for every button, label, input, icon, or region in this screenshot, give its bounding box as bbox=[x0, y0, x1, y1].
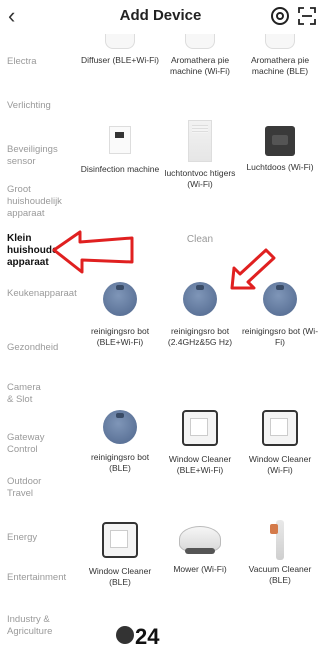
robot-vacuum-image bbox=[263, 282, 297, 316]
scan-target-icon[interactable] bbox=[270, 6, 290, 26]
device-label: reinigingsro bot (BLE) bbox=[90, 452, 150, 473]
device-tile-window-cleaner-ble[interactable]: Window Cleaner (BLE) bbox=[80, 522, 160, 588]
device-tile-diffuser[interactable]: Diffuser (BLE+Wi-Fi) bbox=[80, 34, 160, 66]
device-tile-robot-wifi[interactable]: reinigingsro bot (Wi-Fi) bbox=[240, 282, 320, 348]
category-sidebar: Electra Verlichting Beveiligings sensor … bbox=[0, 34, 78, 642]
robot-vacuum-image bbox=[103, 282, 137, 316]
sidebar-item-industry-agriculture[interactable]: Industry & Agriculture bbox=[7, 614, 61, 638]
device-tile-window-cleaner-ble-wifi[interactable]: Window Cleaner (BLE+Wi-Fi) bbox=[160, 410, 240, 476]
sidebar-item-entertainment[interactable]: Entertainment bbox=[7, 572, 66, 584]
disinfection-machine-image bbox=[109, 126, 131, 154]
device-label: luchtontvoc htigers (Wi-Fi) bbox=[164, 168, 236, 189]
device-grid: Diffuser (BLE+Wi-Fi) Aromathera pie mach… bbox=[80, 34, 321, 642]
dehumidifier-image bbox=[188, 120, 212, 162]
scan-qr-icon[interactable] bbox=[297, 6, 317, 26]
device-tile-aromatherapie-wifi[interactable]: Aromathera pie machine (Wi-Fi) bbox=[160, 34, 240, 77]
air-box-image bbox=[265, 126, 295, 156]
sidebar-item-gezondheid[interactable]: Gezondheid bbox=[7, 342, 75, 354]
device-tile-robot-dualband[interactable]: reinigingsro bot (2.4GHz&5G Hz) bbox=[160, 282, 240, 348]
device-tile-robot-ble[interactable]: reinigingsro bot (BLE) bbox=[80, 410, 160, 474]
window-cleaner-image bbox=[102, 522, 138, 558]
partial-bottom-number: 24 bbox=[135, 624, 160, 649]
partial-device-icon bbox=[116, 626, 134, 644]
device-label: Vacuum Cleaner (BLE) bbox=[248, 564, 312, 585]
robot-vacuum-image bbox=[103, 410, 137, 444]
sidebar-item-camera-slot[interactable]: Camera & Slot bbox=[7, 382, 47, 406]
sidebar-item-beveiligingssensor[interactable]: Beveiligings sensor bbox=[7, 144, 69, 168]
mower-image bbox=[179, 526, 221, 554]
device-tile-vacuum-cleaner[interactable]: Vacuum Cleaner (BLE) bbox=[240, 520, 320, 586]
device-label: Luchtdoos (Wi-Fi) bbox=[246, 162, 314, 172]
device-label: Disinfection machine bbox=[80, 164, 160, 174]
sidebar-item-electra[interactable]: Electra bbox=[7, 56, 75, 68]
device-tile-window-cleaner-wifi[interactable]: Window Cleaner (Wi-Fi) bbox=[240, 410, 320, 476]
device-label: Mower (Wi-Fi) bbox=[173, 564, 227, 574]
sidebar-item-outdoor-travel[interactable]: Outdoor Travel bbox=[7, 476, 51, 500]
sidebar-item-energy[interactable]: Energy bbox=[7, 532, 75, 544]
device-label: Window Cleaner (Wi-Fi) bbox=[248, 454, 312, 475]
device-label: reinigingsro bot (Wi-Fi) bbox=[241, 326, 319, 347]
device-label: Aromathera pie machine (Wi-Fi) bbox=[170, 55, 230, 76]
window-cleaner-image bbox=[182, 410, 218, 446]
device-label: Diffuser (BLE+Wi-Fi) bbox=[80, 55, 159, 65]
sidebar-item-verlichting[interactable]: Verlichting bbox=[7, 100, 75, 112]
aromatherapy-image bbox=[185, 34, 215, 49]
device-tile-mower[interactable]: Mower (Wi-Fi) bbox=[160, 526, 240, 575]
device-tile-luchtdoos[interactable]: Luchtdoos (Wi-Fi) bbox=[240, 126, 320, 173]
device-label: reinigingsro bot (2.4GHz&5G Hz) bbox=[167, 326, 233, 347]
section-label-clean: Clean bbox=[186, 234, 214, 245]
header-bar: ‹ Add Device bbox=[0, 0, 321, 34]
sidebar-item-klein-huishoudelijk[interactable]: Klein huishoudelijk apparaat bbox=[7, 233, 71, 269]
device-tile-disinfection[interactable]: Disinfection machine bbox=[80, 126, 160, 175]
sidebar-item-keukenapparaat[interactable]: Keukenapparaat bbox=[7, 288, 77, 300]
stick-vacuum-image bbox=[270, 520, 284, 560]
device-label: Window Cleaner (BLE) bbox=[88, 566, 152, 587]
aromatherapy-image bbox=[265, 34, 295, 49]
device-tile-aromatherapie-ble[interactable]: Aromathera pie machine (BLE) bbox=[240, 34, 320, 77]
window-cleaner-image bbox=[262, 410, 298, 446]
sidebar-item-groot-huishoudelijk[interactable]: Groot huishoudelijk apparaat bbox=[7, 184, 62, 220]
device-tile-luchtontvochtiger[interactable]: luchtontvoc htigers (Wi-Fi) bbox=[160, 120, 240, 190]
robot-vacuum-image bbox=[183, 282, 217, 316]
device-label: reinigingsro bot (BLE+Wi-Fi) bbox=[90, 326, 150, 347]
device-label: Aromathera pie machine (BLE) bbox=[250, 55, 310, 76]
device-tile-robot-ble-wifi[interactable]: reinigingsro bot (BLE+Wi-Fi) bbox=[80, 282, 160, 348]
device-label: Window Cleaner (BLE+Wi-Fi) bbox=[168, 454, 232, 475]
diffuser-image bbox=[105, 34, 135, 49]
sidebar-item-gateway-control[interactable]: Gateway Control bbox=[7, 432, 53, 456]
